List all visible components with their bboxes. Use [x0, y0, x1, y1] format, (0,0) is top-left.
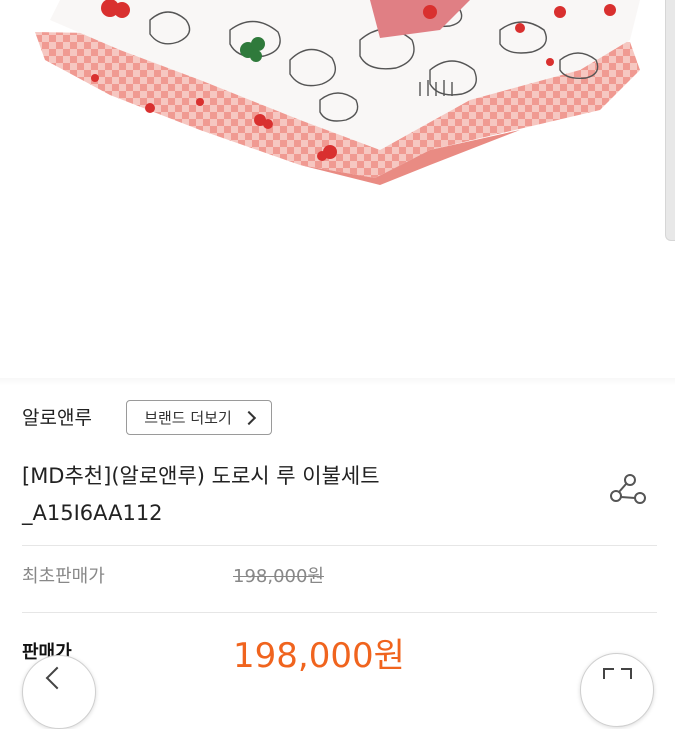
expand-icon-right — [621, 668, 632, 679]
quilt-illustration — [35, 0, 640, 185]
divider — [22, 612, 657, 613]
expand-button[interactable] — [580, 653, 654, 727]
product-title: [MD추천](알로앤루) 도로시 루 이불세트 _A15I6AA112 — [22, 458, 582, 532]
product-title-line2: _A15I6AA112 — [22, 501, 163, 525]
chevron-left-icon — [45, 666, 69, 690]
brand-more-button[interactable]: 브랜드 더보기 — [126, 400, 272, 435]
product-title-line1: [MD추천](알로앤루) 도로시 루 이불세트 — [22, 464, 380, 488]
original-price-value: 198,000원 — [233, 566, 324, 587]
divider — [22, 545, 657, 546]
product-image[interactable] — [0, 0, 675, 378]
scroll-indicator[interactable] — [665, 0, 675, 241]
chevron-right-icon — [241, 410, 256, 425]
original-price-label: 최초판매가 — [22, 566, 105, 587]
back-button[interactable] — [22, 655, 96, 729]
brand-name[interactable]: 알로앤루 — [22, 403, 92, 430]
share-icon[interactable] — [608, 472, 648, 512]
brand-more-label: 브랜드 더보기 — [144, 409, 232, 427]
sale-price-value: 198,000원 — [233, 636, 405, 676]
expand-icon — [603, 668, 614, 679]
section-divider — [0, 378, 675, 386]
